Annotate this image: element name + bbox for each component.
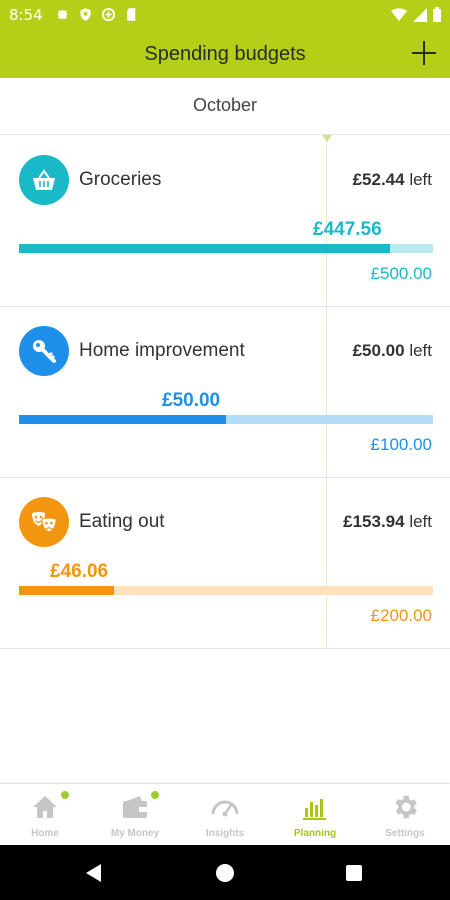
basket-icon <box>19 155 69 205</box>
budget-progress-fill <box>19 586 115 595</box>
system-navigation-bar <box>0 845 450 900</box>
home-icon <box>33 796 57 818</box>
budget-remaining-amount: £50.00 <box>352 341 405 360</box>
shield-notification-icon <box>78 7 93 22</box>
data-saver-notification-icon <box>101 7 116 22</box>
nav-my-money[interactable]: My Money <box>90 784 180 846</box>
budget-name: Home improvement <box>79 340 245 361</box>
budget-spent: £46.06 <box>50 561 109 582</box>
budget-total: £100.00 <box>370 435 432 454</box>
budget-remaining: £153.94 left <box>343 512 432 532</box>
budget-progress-fill <box>19 415 226 424</box>
nav-label: My Money <box>110 828 160 839</box>
nav-home[interactable]: Home <box>0 784 90 846</box>
wifi-icon <box>391 7 407 21</box>
nav-settings[interactable]: Settings <box>360 784 450 846</box>
budget-remaining: £52.44 left <box>353 170 432 190</box>
status-bar: 8:54 <box>0 0 450 30</box>
wallet-icon <box>123 796 147 818</box>
budget-name: Eating out <box>79 511 165 532</box>
budget-remaining: £50.00 left <box>353 341 432 361</box>
budget-remaining-suffix: left <box>409 341 432 360</box>
budget-remaining-suffix: left <box>409 170 432 189</box>
nav-insights[interactable]: Insights <box>180 784 270 846</box>
nav-planning[interactable]: Planning <box>270 784 360 846</box>
notification-dot <box>61 791 69 799</box>
gauge-icon <box>211 800 239 817</box>
budget-remaining-amount: £153.94 <box>343 512 405 531</box>
budget-progress-bar <box>19 244 433 253</box>
budget-spent: £50.00 <box>162 390 221 411</box>
budget-card-eating-out[interactable]: Eating out £153.94 left £46.06 £200.00 <box>0 478 450 649</box>
status-right-icons <box>391 7 441 22</box>
budget-progress-fill <box>19 244 390 253</box>
notification-icons <box>55 7 139 22</box>
budget-card-groceries[interactable]: Groceries £52.44 left £447.56 £500.00 <box>0 136 450 307</box>
budget-card-home-improvement[interactable]: Home improvement £50.00 left £50.00 £100… <box>0 307 450 478</box>
nav-label: Insights <box>205 828 245 839</box>
budget-spent: £447.56 <box>313 219 382 240</box>
budget-remaining-suffix: left <box>409 512 432 531</box>
month-selector[interactable]: October <box>0 78 450 135</box>
budget-remaining-amount: £52.44 <box>352 170 405 189</box>
theatre-masks-icon <box>19 497 69 547</box>
gear-icon <box>395 795 417 819</box>
budget-progress-bar <box>19 415 433 424</box>
cell-signal-icon <box>413 7 427 22</box>
battery-icon <box>433 7 441 22</box>
add-budget-button[interactable] <box>410 39 438 67</box>
budget-total: £200.00 <box>370 606 432 625</box>
budget-total: £500.00 <box>370 264 432 283</box>
notification-dot <box>151 791 159 799</box>
recents-button[interactable] <box>346 865 362 881</box>
nav-label: Home <box>31 828 59 839</box>
bar-chart-icon <box>303 799 326 820</box>
page-title: Spending budgets <box>144 43 306 65</box>
budget-progress-bar <box>19 586 433 595</box>
home-button[interactable] <box>216 864 234 882</box>
budget-name: Groceries <box>79 169 162 190</box>
nav-label: Settings <box>385 828 425 839</box>
sim-notification-icon <box>124 7 139 22</box>
app-bar: Spending budgets <box>0 30 450 78</box>
key-icon <box>19 326 69 376</box>
back-button[interactable] <box>86 864 101 882</box>
nav-label: Planning <box>293 828 337 839</box>
status-time: 8:54 <box>9 6 43 24</box>
settings-notification-icon <box>55 7 70 22</box>
bottom-navigation: Home My Money Insights Planning Settings <box>0 783 450 845</box>
